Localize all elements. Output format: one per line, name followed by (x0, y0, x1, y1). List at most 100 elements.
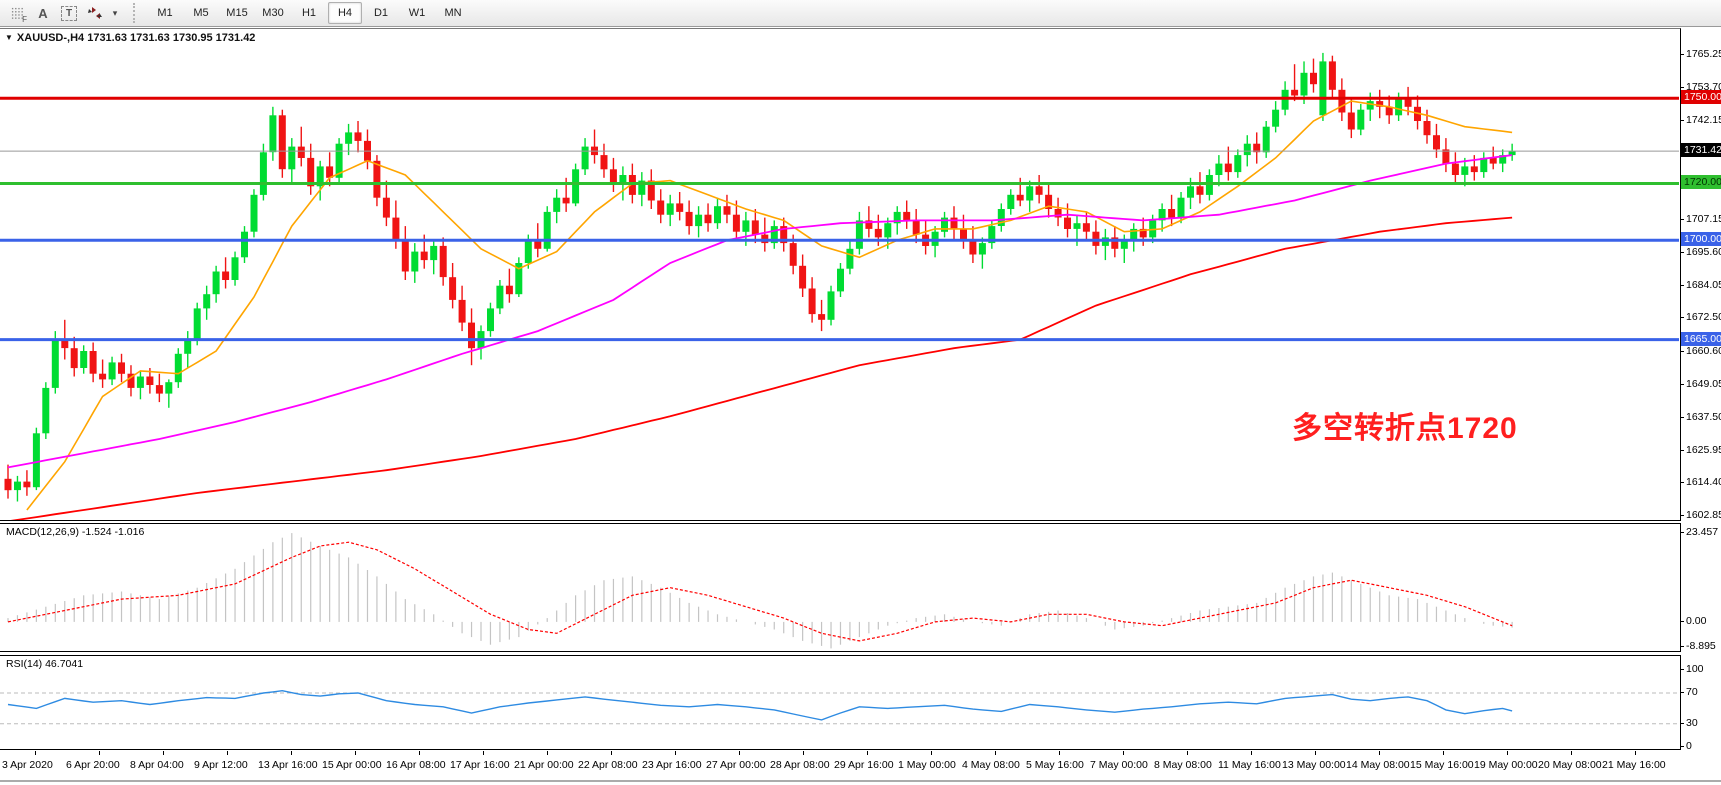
time-tick-mark (803, 751, 804, 755)
macd-tick-label: -8.895 (1686, 640, 1716, 652)
text-label-tool-icon[interactable]: T (57, 3, 81, 24)
caret-down-icon[interactable]: ▾ (109, 3, 121, 24)
time-tick-mark (1123, 751, 1124, 755)
axis-tick-mark (1680, 515, 1684, 516)
tf-button-h1[interactable]: H1 (292, 2, 326, 24)
axis-tick-mark (1680, 285, 1684, 286)
mt4-chart-window: { "toolbar": { "tools": [ {"name": "fibo… (0, 0, 1721, 785)
axis-tick-mark (1680, 482, 1684, 483)
axis-tick-mark (1680, 219, 1684, 220)
tf-button-m15[interactable]: M15 (220, 2, 254, 24)
time-tick-mark (163, 751, 164, 755)
time-tick-label: 3 Apr 2020 (2, 759, 53, 771)
time-tick-label: 19 May 00:00 (1474, 759, 1538, 771)
time-tick-label: 5 May 16:00 (1026, 759, 1084, 771)
collapse-arrow-icon[interactable]: ▼ (5, 33, 13, 42)
axis-tick-mark (1680, 723, 1684, 724)
symbol-title: ▼ XAUUSD-,H4 1731.63 1731.63 1730.95 1731… (5, 32, 255, 44)
price-tick-label: 1614.40 (1686, 476, 1721, 488)
tf-button-h4[interactable]: H4 (328, 2, 362, 24)
grid-f-letter: F (22, 15, 27, 24)
macd-tick-label: 0.00 (1686, 615, 1706, 627)
price-tick-label: 1637.50 (1686, 411, 1721, 423)
tf-button-w1[interactable]: W1 (400, 2, 434, 24)
axis-tick-mark (1680, 252, 1684, 253)
rsi-tick-label: 30 (1686, 717, 1698, 729)
time-tick-label: 22 Apr 08:00 (578, 759, 638, 771)
fibonacci-grid-icon[interactable]: F (5, 3, 29, 24)
macd-tick-label: 23.457 (1686, 526, 1718, 538)
time-tick-label: 28 Apr 08:00 (770, 759, 830, 771)
boxed-t-glyph: T (61, 6, 77, 21)
price-tick-label: 1742.15 (1686, 114, 1721, 126)
price-tick-label: 1602.85 (1686, 509, 1721, 521)
time-tick-label: 13 Apr 16:00 (258, 759, 318, 771)
price-tick-label: 1695.60 (1686, 246, 1721, 258)
time-tick-label: 29 Apr 16:00 (834, 759, 894, 771)
price-flag-1700.00: 1700.00 (1681, 232, 1721, 246)
axis-tick-mark (1680, 621, 1684, 622)
time-tick-label: 17 Apr 16:00 (450, 759, 510, 771)
time-tick-mark (355, 751, 356, 755)
time-tick-label: 23 Apr 16:00 (642, 759, 702, 771)
tf-button-mn[interactable]: MN (436, 2, 470, 24)
rsi-indicator-label: RSI(14) 46.7041 (6, 658, 83, 670)
time-tick-mark (675, 751, 676, 755)
time-tick-mark (291, 751, 292, 755)
arrows-tool-icon[interactable] (83, 3, 107, 24)
tf-button-m1[interactable]: M1 (148, 2, 182, 24)
time-tick-label: 16 Apr 08:00 (386, 759, 446, 771)
axis-tick-mark (1680, 317, 1684, 318)
time-tick-mark (1635, 751, 1636, 755)
time-tick-mark (1443, 751, 1444, 755)
time-tick-mark (35, 751, 36, 755)
text-tool-icon[interactable]: A (31, 3, 55, 24)
rsi-tick-label: 100 (1686, 663, 1704, 675)
time-tick-label: 13 May 00:00 (1282, 759, 1346, 771)
axis-tick-mark (1680, 384, 1684, 385)
price-chart-panel[interactable] (0, 28, 1681, 521)
price-flag-1720.00: 1720.00 (1681, 175, 1721, 189)
time-tick-mark (931, 751, 932, 755)
rsi-chart[interactable] (0, 656, 1679, 749)
time-tick-mark (1507, 751, 1508, 755)
price-tick-label: 1660.60 (1686, 345, 1721, 357)
top-toolbar: F A T ▾ M1M5M15M30H1H4D1W1MN (0, 0, 1721, 27)
time-tick-mark (547, 751, 548, 755)
time-tick-label: 21 May 16:00 (1602, 759, 1666, 771)
time-tick-mark (611, 751, 612, 755)
time-tick-mark (1059, 751, 1060, 755)
price-tick-label: 1684.05 (1686, 279, 1721, 291)
tf-button-m5[interactable]: M5 (184, 2, 218, 24)
time-tick-label: 21 Apr 00:00 (514, 759, 574, 771)
price-tick-label: 1765.25 (1686, 48, 1721, 60)
price-flag-1731.42: 1731.42 (1681, 143, 1721, 157)
time-tick-mark (483, 751, 484, 755)
axis-tick-mark (1680, 692, 1684, 693)
time-tick-label: 20 May 08:00 (1538, 759, 1602, 771)
price-tick-label: 1649.05 (1686, 378, 1721, 390)
timeframe-button-group: M1M5M15M30H1H4D1W1MN (147, 2, 471, 24)
axis-tick-mark (1680, 351, 1684, 352)
macd-panel[interactable] (0, 523, 1681, 652)
tf-button-m30[interactable]: M30 (256, 2, 290, 24)
tf-button-d1[interactable]: D1 (364, 2, 398, 24)
time-tick-label: 27 Apr 00:00 (706, 759, 766, 771)
symbol-ohlc-text: XAUUSD-,H4 1731.63 1731.63 1730.95 1731.… (17, 32, 256, 44)
time-tick-mark (1251, 751, 1252, 755)
rsi-tick-label: 70 (1686, 686, 1698, 698)
axis-tick-mark (1680, 120, 1684, 121)
macd-indicator-label: MACD(12,26,9) -1.524 -1.016 (6, 526, 144, 538)
time-tick-label: 8 May 08:00 (1154, 759, 1212, 771)
macd-chart[interactable] (0, 524, 1679, 651)
time-tick-label: 8 Apr 04:00 (130, 759, 184, 771)
rsi-panel[interactable] (0, 655, 1681, 750)
chart-annotation-text: 多空转折点1720 (1292, 403, 1518, 447)
axis-tick-mark (1680, 54, 1684, 55)
price-tick-label: 1672.50 (1686, 311, 1721, 323)
time-tick-mark (419, 751, 420, 755)
time-axis[interactable]: 3 Apr 20206 Apr 20:008 Apr 04:009 Apr 12… (0, 751, 1721, 779)
price-flag-1750.00: 1750.00 (1681, 90, 1721, 104)
window-bottom-edge (0, 780, 1721, 782)
time-tick-label: 15 Apr 00:00 (322, 759, 382, 771)
